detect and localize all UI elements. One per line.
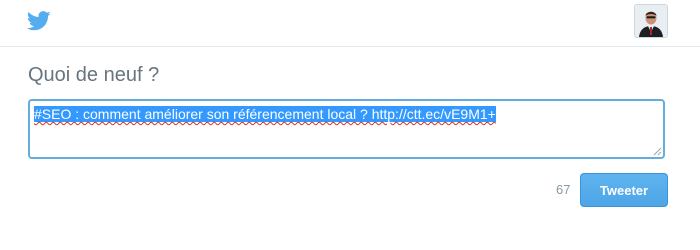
twitter-bird-icon[interactable] — [27, 10, 51, 32]
tweet-text: #SEO : comment améliorer son référenceme… — [34, 106, 496, 122]
user-avatar[interactable] — [634, 4, 668, 38]
top-bar — [0, 0, 700, 47]
tweet-button[interactable]: Tweeter — [580, 173, 668, 207]
resize-handle-icon[interactable] — [653, 147, 662, 156]
selected-tweet-text: #SEO : comment améliorer son référenceme… — [34, 106, 496, 122]
avatar-image — [635, 5, 667, 37]
character-counter: 67 — [556, 182, 571, 197]
composer-heading: Quoi de neuf ? — [28, 64, 160, 86]
tweet-textarea[interactable]: #SEO : comment améliorer son référenceme… — [28, 99, 665, 159]
